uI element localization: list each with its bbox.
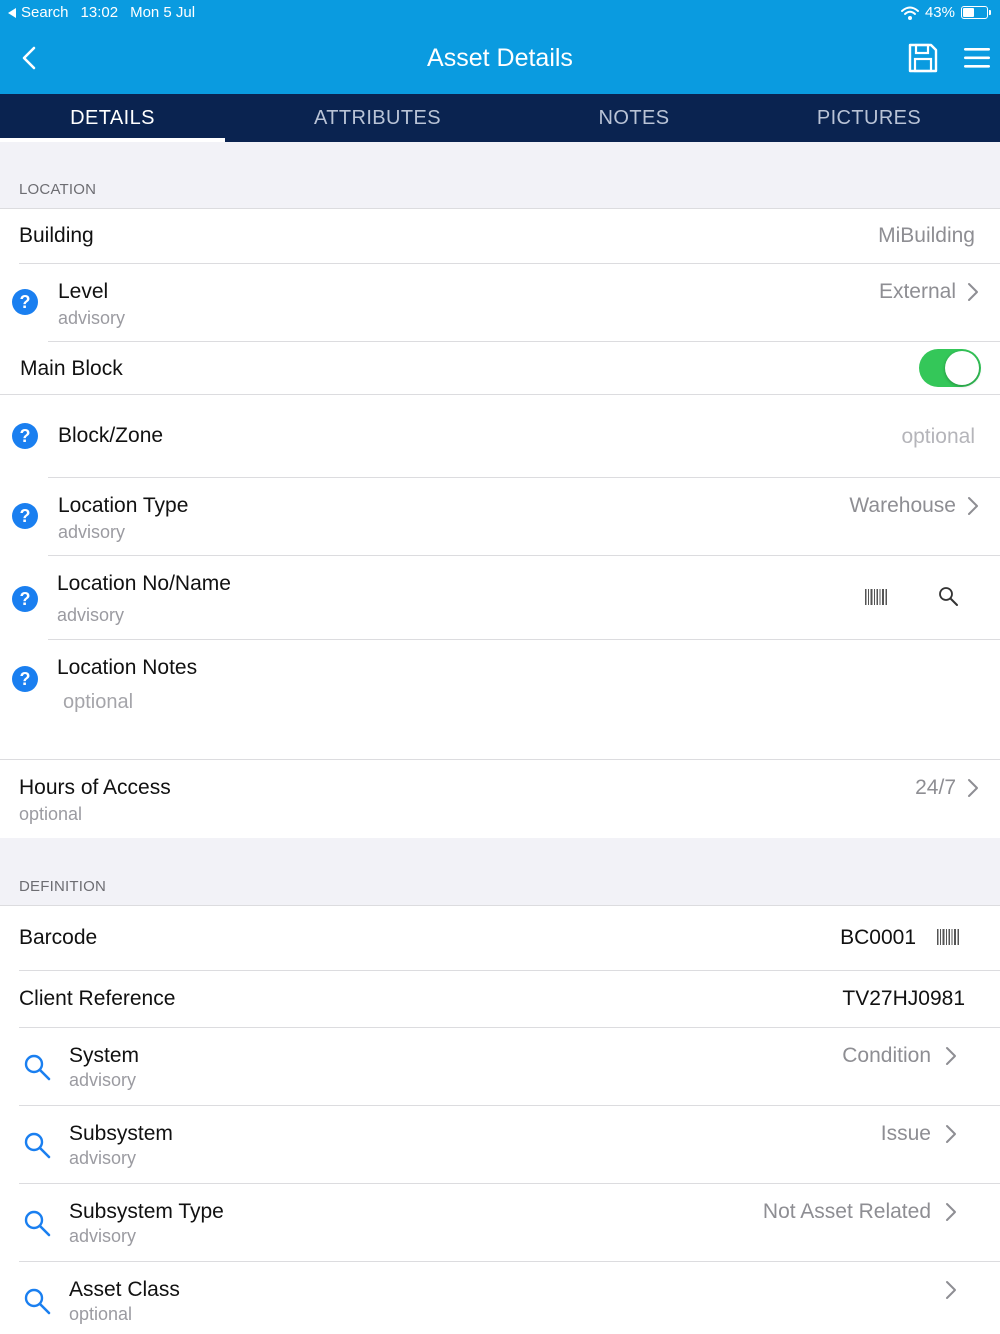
chevron-right-icon <box>946 1047 956 1065</box>
chevron-right-icon <box>946 1281 956 1299</box>
segment-tabs: DETAILS ATTRIBUTES NOTES PICTURES <box>0 94 1000 142</box>
field-label: Location Type <box>58 494 189 517</box>
details-form: LOCATION Building MiBuilding ? Level adv… <box>0 142 1000 1334</box>
help-icon[interactable]: ? <box>12 666 38 692</box>
block-zone-input[interactable]: optional <box>901 425 975 449</box>
search-icon[interactable] <box>936 584 960 608</box>
row-location-type[interactable]: ? Location Type advisory Warehouse <box>0 478 1000 556</box>
back-to-app-link[interactable]: Search <box>8 4 69 21</box>
row-subsystem-type[interactable]: Subsystem Type advisory Not Asset Relate… <box>0 1184 1000 1262</box>
barcode-scan-icon[interactable] <box>937 929 959 945</box>
barcode-scan-icon[interactable] <box>865 589 887 605</box>
chevron-right-icon <box>968 779 978 797</box>
field-hint: optional <box>19 804 83 824</box>
field-label: Client Reference <box>19 987 176 1010</box>
section-title: LOCATION <box>19 181 97 198</box>
field-label: Subsystem Type <box>69 1200 224 1223</box>
navigation-bar: Asset Details <box>0 26 1000 94</box>
tab-notes[interactable]: NOTES <box>530 94 738 142</box>
field-label: Main Block <box>20 357 123 380</box>
field-label: Subsystem <box>69 1122 173 1145</box>
field-label: Location No/Name <box>57 572 231 595</box>
battery-percent: 43% <box>924 4 955 21</box>
back-app-label: Search <box>21 4 69 21</box>
field-value: MiBuilding <box>878 224 975 247</box>
row-asset-class[interactable]: Asset Class optional <box>0 1262 1000 1334</box>
field-value: Condition <box>842 1044 931 1067</box>
tab-pictures[interactable]: PICTURES <box>738 94 1000 142</box>
field-value: External <box>878 280 956 303</box>
field-value: 24/7 <box>915 776 956 799</box>
tab-attributes[interactable]: ATTRIBUTES <box>225 94 530 142</box>
page-title: Asset Details <box>427 44 573 72</box>
field-value: Warehouse <box>849 494 956 517</box>
field-label: Level <box>58 280 109 303</box>
chevron-right-icon <box>946 1125 956 1143</box>
search-icon[interactable] <box>22 1052 52 1082</box>
row-location-notes[interactable]: ? Location Notes optional <box>0 640 1000 760</box>
field-label: Location Notes <box>57 656 198 679</box>
row-barcode[interactable]: Barcode BC0001 <box>0 906 1000 971</box>
field-value: Issue <box>880 1122 931 1145</box>
field-hint: advisory <box>69 1148 137 1168</box>
row-level[interactable]: ? Level advisory External <box>0 264 1000 342</box>
field-label: Barcode <box>19 926 98 949</box>
search-icon[interactable] <box>22 1208 52 1238</box>
tab-details[interactable]: DETAILS <box>0 94 225 142</box>
help-icon[interactable]: ? <box>12 423 38 449</box>
status-bar: Search 13:02 Mon 5 Jul 43% <box>0 0 1000 26</box>
row-subsystem[interactable]: Subsystem advisory Issue <box>0 1106 1000 1184</box>
field-label: Asset Class <box>69 1278 180 1301</box>
row-location-no[interactable]: ? Location No/Name advisory <box>0 556 1000 640</box>
help-icon[interactable]: ? <box>12 586 38 612</box>
row-hours-of-access[interactable]: Hours of Access optional 24/7 <box>0 760 1000 838</box>
row-client-reference[interactable]: Client Reference TV27HJ0981 <box>0 971 1000 1028</box>
location-notes-textarea[interactable]: optional <box>63 691 133 714</box>
section-title: DEFINITION <box>19 878 106 895</box>
search-icon[interactable] <box>22 1286 52 1316</box>
field-value: BC0001 <box>840 926 916 949</box>
chevron-right-icon <box>946 1203 956 1221</box>
section-header-location: LOCATION <box>0 142 1000 209</box>
battery-icon <box>961 6 991 19</box>
field-value: TV27HJ0981 <box>842 987 965 1010</box>
row-system[interactable]: System advisory Condition <box>0 1028 1000 1106</box>
help-icon[interactable]: ? <box>12 503 38 529</box>
row-building[interactable]: Building MiBuilding <box>0 209 1000 264</box>
row-block-zone[interactable]: ? Block/Zone optional <box>0 395 1000 478</box>
field-label: Hours of Access <box>19 776 171 799</box>
row-main-block: Main Block <box>0 342 1000 395</box>
field-label: Building <box>19 224 94 247</box>
field-hint: advisory <box>58 308 126 328</box>
field-hint: advisory <box>69 1070 137 1090</box>
search-icon[interactable] <box>22 1130 52 1160</box>
hamburger-menu-icon[interactable] <box>962 44 992 72</box>
main-block-toggle[interactable] <box>919 349 981 387</box>
chevron-right-icon <box>968 283 978 301</box>
wifi-icon <box>900 6 919 20</box>
field-hint: optional <box>69 1304 133 1324</box>
field-hint: advisory <box>69 1226 137 1246</box>
status-time: 13:02 <box>80 4 119 21</box>
section-header-definition: DEFINITION <box>0 838 1000 906</box>
save-icon[interactable] <box>906 41 940 75</box>
back-triangle-icon <box>8 7 16 18</box>
field-label: Block/Zone <box>58 424 164 447</box>
chevron-right-icon <box>968 497 978 515</box>
field-hint: advisory <box>57 605 125 625</box>
status-date: Mon 5 Jul <box>130 4 196 21</box>
help-icon[interactable]: ? <box>12 289 38 315</box>
field-label: System <box>69 1044 140 1067</box>
field-hint: advisory <box>58 522 126 542</box>
field-value: Not Asset Related <box>762 1200 931 1223</box>
